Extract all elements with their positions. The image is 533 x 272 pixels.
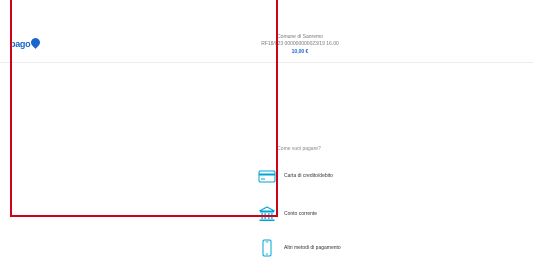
payment-amount: 10,00 €: [291, 49, 309, 55]
header-bar: pago Comune di Sanremo RF18/023 00000000…: [0, 0, 533, 62]
smartphone-icon: [262, 239, 272, 257]
logo-mark-icon: [29, 36, 43, 49]
header-divider: [0, 62, 533, 63]
method-bank-account[interactable]: Conto corrente: [258, 204, 317, 224]
method-bank-account-label: Conto corrente: [284, 211, 318, 217]
credit-card-icon: [258, 170, 276, 183]
payment-question: Come vuoi pagare?: [277, 146, 321, 152]
payment-code: RF18/023 000000000023/19 16.00: [261, 41, 339, 47]
pagopa-logo: pago: [10, 36, 43, 50]
method-credit-card[interactable]: Carta di credito/debito: [258, 166, 333, 186]
payment-summary: Comune di Sanremo RF18/023 000000000023/…: [200, 34, 400, 56]
logo-text: pago: [10, 39, 31, 49]
method-credit-card-label: Carta di credito/debito: [284, 173, 333, 179]
method-other[interactable]: Altri metodi di pagamento: [258, 238, 341, 258]
bank-icon: [259, 206, 275, 221]
method-other-label: Altri metodi di pagamento: [284, 245, 341, 251]
merchant-name: Comune di Sanremo: [277, 34, 323, 40]
